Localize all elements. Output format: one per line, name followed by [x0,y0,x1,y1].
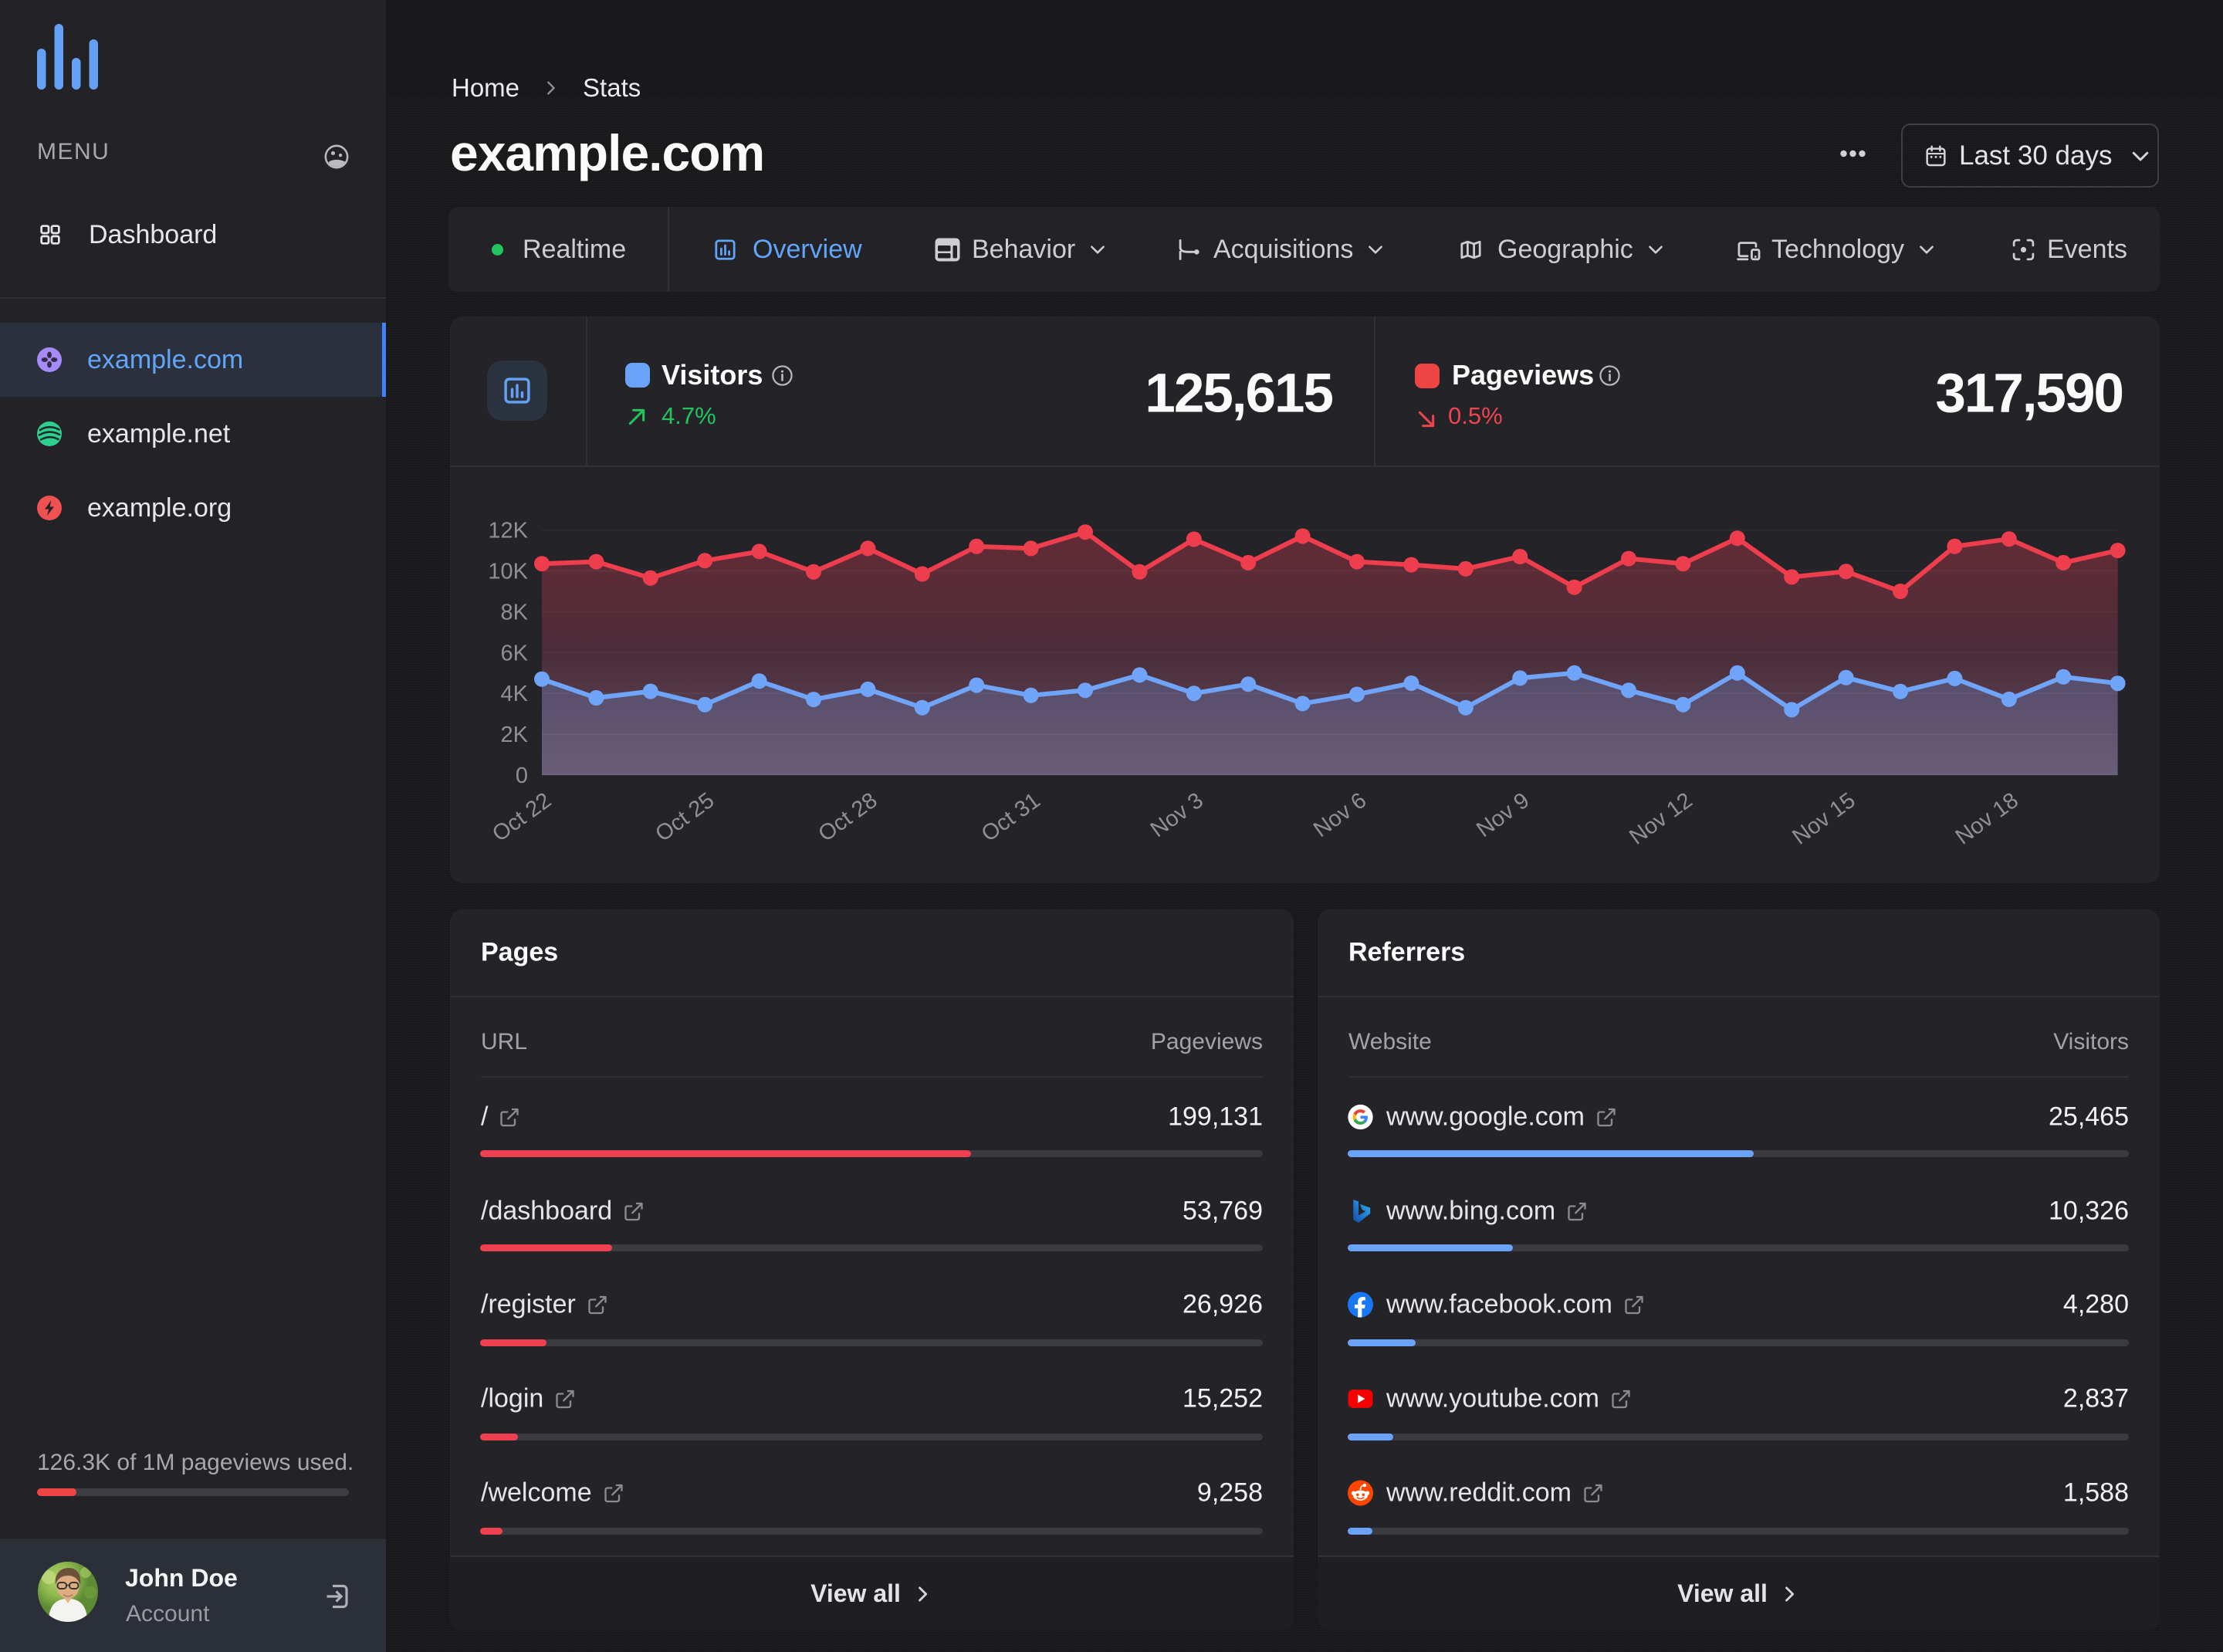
svg-text:10K: 10K [488,560,528,584]
svg-text:Oct 28: Oct 28 [814,788,882,847]
svg-text:Nov 6: Nov 6 [1309,788,1371,842]
svg-text:Nov 9: Nov 9 [1472,788,1534,842]
svg-text:Nov 12: Nov 12 [1625,788,1697,850]
svg-text:Oct 22: Oct 22 [488,788,556,847]
svg-text:Nov 15: Nov 15 [1788,788,1860,850]
svg-text:12K: 12K [488,519,528,543]
svg-text:2K: 2K [501,723,529,747]
svg-text:4K: 4K [501,682,529,706]
svg-text:6K: 6K [501,641,529,665]
svg-text:8K: 8K [501,600,529,625]
svg-text:Nov 3: Nov 3 [1146,788,1208,842]
svg-text:Oct 25: Oct 25 [651,788,719,847]
svg-text:0: 0 [516,763,528,788]
svg-text:Oct 31: Oct 31 [977,788,1045,847]
svg-text:Nov 18: Nov 18 [1951,788,2023,850]
